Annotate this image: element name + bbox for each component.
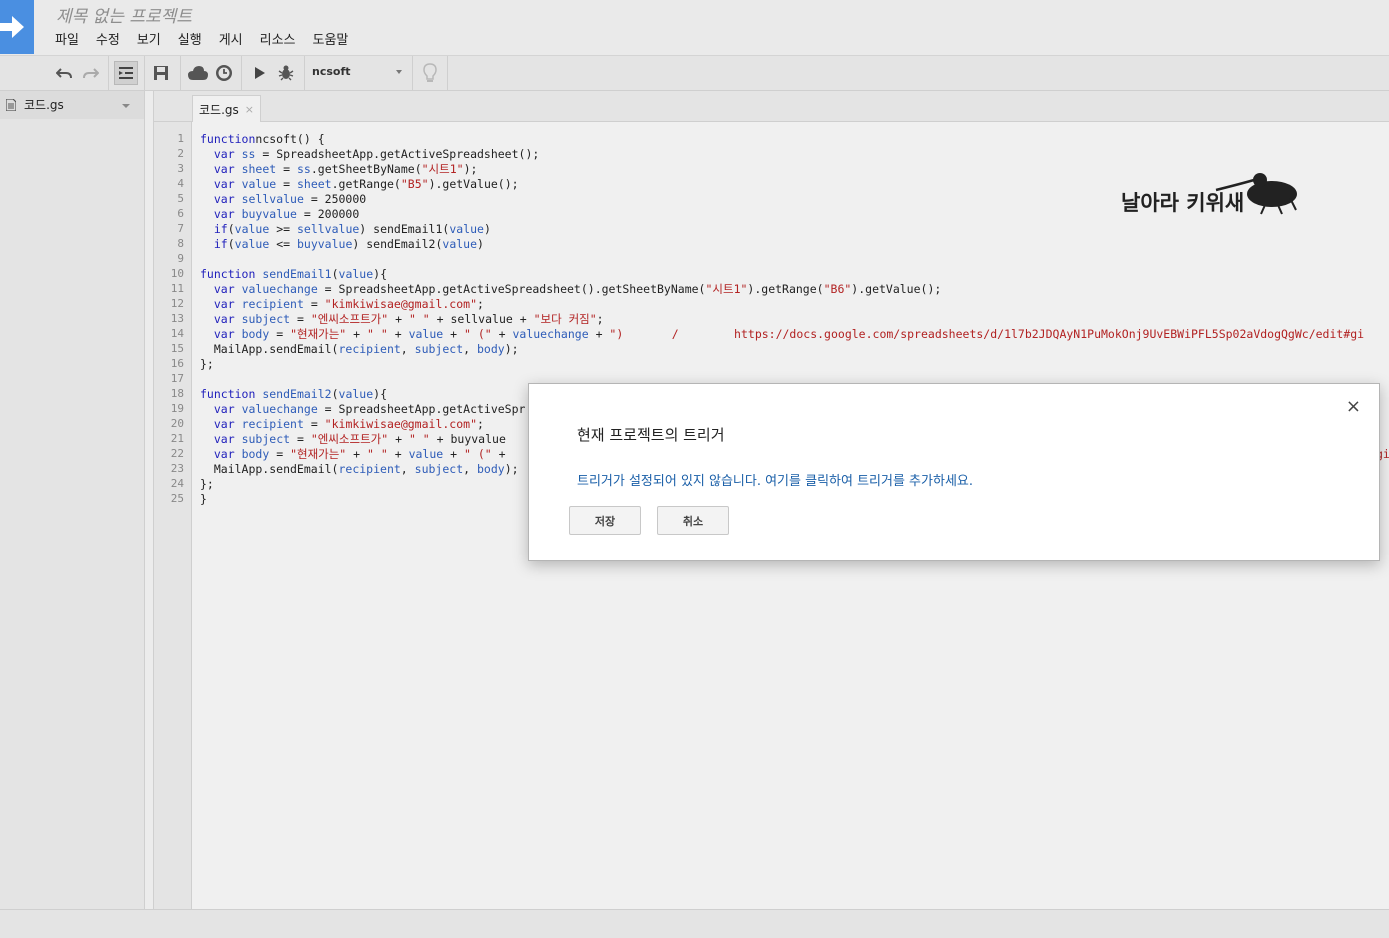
dialog-title: 현재 프로젝트의 트리거 <box>577 426 725 444</box>
code-line[interactable]: var ss = SpreadsheetApp.getActiveSpreads… <box>200 147 539 162</box>
line-number: 16 <box>170 357 184 370</box>
watermark-text: 날아라 키위새 <box>1121 191 1245 215</box>
code-line[interactable]: }; <box>200 477 214 492</box>
save-button[interactable]: 저장 <box>569 506 641 535</box>
tab-code-gs[interactable]: 코드.gs × <box>192 95 261 122</box>
code-line[interactable]: MailApp.sendEmail(recipient, subject, bo… <box>200 342 519 357</box>
code-line[interactable]: MailApp.sendEmail(recipient, subject, bo… <box>200 462 519 477</box>
menu-help[interactable]: 도움말 <box>313 29 349 48</box>
line-number: 24 <box>170 477 184 490</box>
menu-file[interactable]: 파일 <box>55 29 79 48</box>
menu-publish[interactable]: 게시 <box>219 29 243 48</box>
code-line[interactable]: var sellvalue = 250000 <box>200 192 366 207</box>
code-line[interactable]: function sendEmail2(value){ <box>200 387 387 402</box>
line-number: 4 <box>177 177 184 190</box>
save-icon[interactable] <box>151 63 171 83</box>
line-number: 1 <box>177 132 184 145</box>
arrow-right-icon <box>0 16 24 38</box>
sidebar-divider[interactable] <box>145 91 154 909</box>
code-line[interactable]: }; <box>200 357 214 372</box>
menu-resources[interactable]: 리소스 <box>260 29 296 48</box>
chevron-down-icon[interactable] <box>122 104 130 108</box>
code-line[interactable]: var buyvalue = 200000 <box>200 207 359 222</box>
line-number: 3 <box>177 162 184 175</box>
toolbar-separator <box>412 56 413 90</box>
line-number: 22 <box>170 447 184 460</box>
editor-tabbar: 코드.gs × <box>154 91 1389 122</box>
line-number: 23 <box>170 462 184 475</box>
line-number-gutter: 1 2 3 4 5 6 7 8 9 10 11 12 13 14 15 16 17 18 19 20 21 22 23 24 2… <box>154 122 192 909</box>
code-line[interactable]: var recipient = "kimkiwisae@gmail.com"; <box>200 297 484 312</box>
function-select-value: ncsoft <box>312 65 351 78</box>
line-number: 21 <box>170 432 184 445</box>
code-line[interactable]: var sheet = ss.getSheetByName("시트1"); <box>200 162 478 177</box>
line-number: 25 <box>170 492 184 505</box>
code-line[interactable]: functionncsoft() { <box>200 132 325 147</box>
code-line[interactable]: var subject = "엔씨소프트가" + " " + buyvalue <box>200 432 506 447</box>
chevron-down-icon <box>396 70 402 74</box>
line-number: 5 <box>177 192 184 205</box>
line-number: 8 <box>177 237 184 250</box>
clock-trigger-icon[interactable] <box>214 63 234 83</box>
code-line[interactable]: } <box>200 492 207 507</box>
function-select[interactable]: ncsoft <box>312 65 408 81</box>
sidebar-file-code-gs[interactable]: 코드.gs <box>0 91 144 119</box>
app-header: 제목 없는 프로젝트 파일 수정 보기 실행 게시 리소스 도움말 <box>0 0 1389 56</box>
toolbar-separator <box>144 56 145 90</box>
undo-icon[interactable] <box>54 63 74 83</box>
cancel-button[interactable]: 취소 <box>657 506 729 535</box>
code-line[interactable]: if(value >= sellvalue) sendEmail1(value) <box>200 222 491 237</box>
tab-label: 코드.gs <box>199 102 239 117</box>
line-number: 10 <box>170 267 184 280</box>
toolbar: ncsoft <box>0 56 1389 91</box>
project-title[interactable]: 제목 없는 프로젝트 <box>56 2 192 27</box>
code-line[interactable]: var valuechange = SpreadsheetApp.getActi… <box>200 402 526 417</box>
line-number: 12 <box>170 297 184 310</box>
code-line[interactable]: var body = "현재가는" + " " + value + " (" +… <box>200 327 1364 342</box>
toolbar-separator <box>108 56 109 90</box>
code-line[interactable]: var value = sheet.getRange("B5").getValu… <box>200 177 519 192</box>
cloud-deploy-icon[interactable] <box>188 63 208 83</box>
line-number: 18 <box>170 387 184 400</box>
toolbar-separator <box>304 56 305 90</box>
lightbulb-icon[interactable] <box>420 63 440 83</box>
menu-run[interactable]: 실행 <box>178 29 202 48</box>
line-number: 9 <box>177 252 184 265</box>
sidebar-file-label: 코드.gs <box>24 98 64 112</box>
line-number: 11 <box>170 282 184 295</box>
triggers-dialog: 현재 프로젝트의 트리거 × 트리거가 설정되어 있지 않습니다. 여기를 클릭… <box>528 383 1380 561</box>
status-bar <box>0 909 1389 938</box>
code-line[interactable]: var subject = "엔씨소프트가" + " " + sellvalue… <box>200 312 604 327</box>
file-sidebar: 코드.gs <box>0 91 145 909</box>
debug-icon[interactable] <box>276 63 296 83</box>
line-number: 17 <box>170 372 184 385</box>
line-number: 2 <box>177 147 184 160</box>
code-line[interactable]: var valuechange = SpreadsheetApp.getActi… <box>200 282 941 297</box>
run-icon[interactable] <box>250 63 270 83</box>
line-number: 14 <box>170 327 184 340</box>
close-icon[interactable]: × <box>245 103 254 116</box>
line-number: 6 <box>177 207 184 220</box>
code-line[interactable]: function sendEmail1(value){ <box>200 267 387 282</box>
line-number: 13 <box>170 312 184 325</box>
line-number: 15 <box>170 342 184 355</box>
toolbar-separator <box>180 56 181 90</box>
indent-icon[interactable] <box>114 61 138 85</box>
code-line[interactable]: var recipient = "kimkiwisae@gmail.com"; <box>200 417 484 432</box>
redo-icon[interactable] <box>81 63 101 83</box>
add-trigger-link[interactable]: 트리거가 설정되어 있지 않습니다. 여기를 클릭하여 트리거를 추가하세요. <box>577 470 973 489</box>
code-line[interactable]: if(value <= buyvalue) sendEmail2(value) <box>200 237 484 252</box>
code-line[interactable]: var body = "현재가는" + " " + value + " (" + <box>200 447 506 462</box>
toolbar-separator <box>447 56 448 90</box>
menu-edit[interactable]: 수정 <box>96 29 120 48</box>
menu-view[interactable]: 보기 <box>137 29 161 48</box>
toolbar-separator <box>241 56 242 90</box>
apps-script-logo[interactable] <box>0 0 34 54</box>
line-number: 20 <box>170 417 184 430</box>
close-icon[interactable]: × <box>1346 396 1361 417</box>
line-number: 7 <box>177 222 184 235</box>
menu-bar: 파일 수정 보기 실행 게시 리소스 도움말 <box>55 29 365 48</box>
line-number: 19 <box>170 402 184 415</box>
document-icon <box>6 99 16 111</box>
